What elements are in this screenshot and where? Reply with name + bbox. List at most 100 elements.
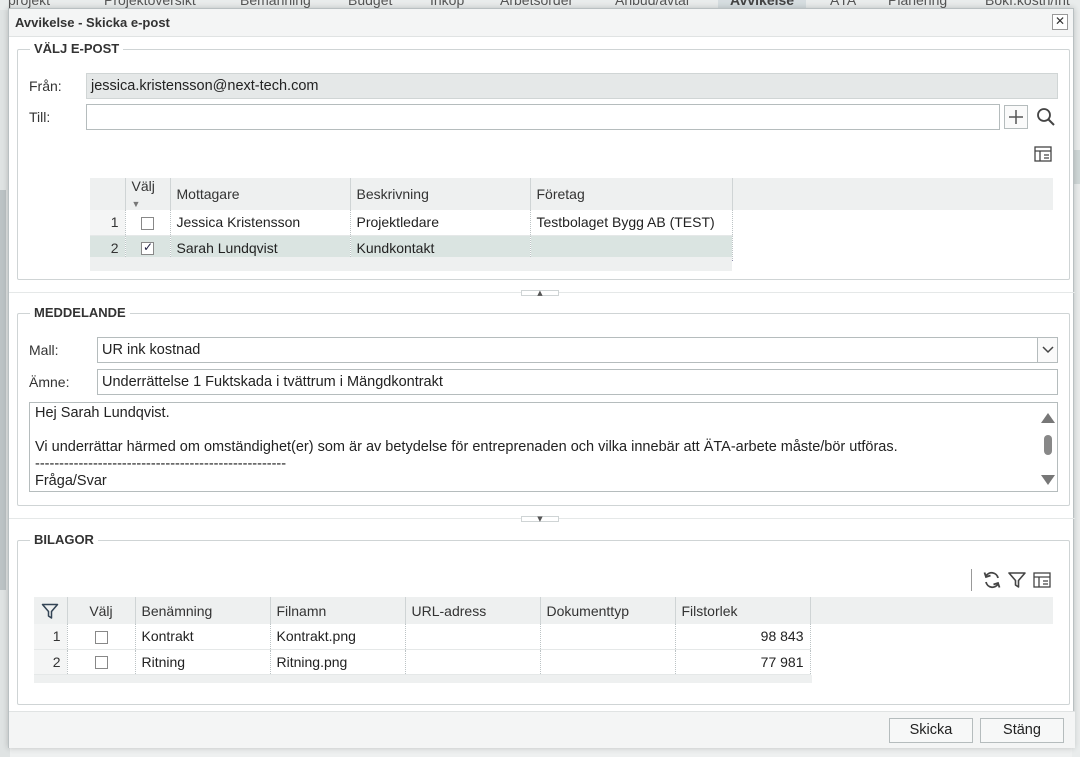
row-number: 2 [34,649,68,675]
body-line [35,422,1052,439]
empty-cell [810,649,1053,674]
send-email-dialog: Avvikelse - Skicka e-post ✕ VÄLJ E-POST … [8,8,1075,748]
scroll-up-icon[interactable] [1041,413,1055,423]
attachments-section-legend: BILAGOR [30,532,98,547]
empty-cell [810,624,1053,649]
bg-tab-active: Avvikelse [718,0,807,8]
message-scrollbar[interactable] [1041,405,1055,489]
recipients-header-row: Välj ▼ Mottagare Beskrivning Företag [90,178,1053,210]
body-line: Hej Sarah Lundqvist. [35,405,170,421]
select-checkbox[interactable] [141,217,154,231]
attachments-section: BILAGOR Välj Benämning Filnamn URL-adres… [17,532,1070,705]
body-line: Fråga/Svar [35,473,107,489]
select-cell[interactable] [67,624,136,650]
message-body[interactable]: Hej Sarah Lundqvist. Vi underrättar härm… [29,402,1058,492]
collapse-down-icon[interactable]: ▼ [521,516,559,523]
email-section: VÄLJ E-POST Från: jessica.kristensson@ne… [17,41,1070,280]
name-cell: Ritning [135,649,271,675]
attachment-row[interactable]: 1 Kontrakt Kontrakt.png 98 843 [34,624,1053,650]
scroll-thumb[interactable] [1044,435,1052,455]
from-label: Från: [29,78,62,94]
bg-tab: Anbud/avtal [615,0,689,8]
select-cell[interactable] [67,649,136,675]
attachments-table: Välj Benämning Filnamn URL-adress Dokume… [34,597,1053,675]
chevron-down-icon [1041,346,1054,354]
attachments-column-settings-button[interactable] [1030,568,1054,592]
column-filter-cell[interactable] [34,597,68,624]
bg-tab: Planering [888,0,948,8]
splitter-bottom[interactable]: ▼ [9,516,1075,523]
column-header-label: Välj [131,178,155,194]
filename-cell: Ritning.png [270,649,406,675]
to-label: Till: [29,109,51,125]
column-header-description[interactable]: Beskrivning [350,178,531,210]
column-header-name[interactable]: Benämning [135,597,271,624]
send-button[interactable]: Skicka [889,718,973,743]
to-input[interactable] [86,104,1000,130]
sort-caret-icon: ▼ [131,199,141,209]
column-header-select[interactable]: Välj ▼ [125,178,171,210]
bg-tab: ÄTA [830,0,857,8]
select-checkbox[interactable] [94,631,108,645]
column-header-filename[interactable]: Filnamn [270,597,406,624]
from-field: jessica.kristensson@next-tech.com [86,73,1058,99]
close-button[interactable]: Stäng [980,718,1064,743]
filesize-cell: 77 981 [675,649,811,675]
grid-filler [90,257,732,271]
filename-cell: Kontrakt.png [270,624,406,650]
bg-tab: Inköp [430,0,465,8]
template-select[interactable]: UR ink kostnad [97,337,1038,363]
column-settings-icon [1034,146,1052,162]
dialog-title: Avvikelse - Skicka e-post [15,15,170,30]
refresh-button[interactable] [980,568,1004,592]
collapse-up-icon[interactable]: ▲ [521,290,559,297]
email-section-legend: VÄLJ E-POST [30,41,124,56]
splitter-top[interactable]: ▲ [9,290,1075,297]
select-cell[interactable] [125,210,171,236]
attachment-row[interactable]: 2 Ritning Ritning.png 77 981 [34,649,1053,675]
message-section: MEDDELANDE Mall: UR ink kostnad Ämne: Un… [17,305,1070,506]
template-label: Mall: [29,342,59,358]
row-number: 1 [90,210,126,236]
recipient-row[interactable]: 1 Jessica Kristensson Projektledare Test… [90,210,1053,236]
recipients-table: Välj ▼ Mottagare Beskrivning Företag 1 J… [90,178,1053,261]
recipient-cell: Jessica Kristensson [170,210,351,236]
column-header-select[interactable]: Välj [67,597,136,624]
url-cell [405,649,541,675]
scroll-down-icon[interactable] [1041,475,1055,485]
bg-tab: Budget [348,0,393,8]
bg-tab: Bemanning [240,0,311,8]
select-checkbox-checked[interactable] [141,240,154,256]
filesize-cell: 98 843 [675,624,811,650]
column-header-recipient[interactable]: Mottagare [170,178,351,210]
row-number: 1 [34,624,68,650]
bg-tab: Arbetsorder [500,0,574,8]
select-checkbox[interactable] [94,656,108,670]
column-header-doctype[interactable]: Dokumenttyp [540,597,676,624]
filter-icon [42,603,59,619]
attachments-header-row: Välj Benämning Filnamn URL-adress Dokume… [34,597,1053,624]
company-cell: Testbolaget Bygg AB (TEST) [530,210,733,236]
grid-filler [34,675,812,683]
doctype-cell [540,624,676,650]
search-icon [1037,108,1055,126]
message-section-legend: MEDDELANDE [30,305,130,320]
bg-tab: projekt [8,0,51,8]
subject-input[interactable]: Underrättelse 1 Fuktskada i tvättrum i M… [97,369,1058,395]
add-recipient-button[interactable] [1004,105,1028,129]
filter-button[interactable] [1005,568,1029,592]
refresh-icon [983,571,1001,589]
column-header-filler [732,178,1053,210]
close-dialog-button[interactable]: ✕ [1052,14,1068,30]
column-header-url[interactable]: URL-adress [405,597,541,624]
name-cell: Kontrakt [135,624,271,650]
column-header-filesize[interactable]: Filstorlek [675,597,811,624]
template-dropdown-button[interactable] [1037,337,1058,363]
url-cell [405,624,541,650]
column-header-company[interactable]: Företag [530,178,733,210]
plus-icon [1009,110,1023,124]
search-recipient-button[interactable] [1034,105,1058,129]
column-settings-button[interactable] [1031,142,1055,166]
column-header [90,178,126,210]
column-header-filler [810,597,1053,624]
